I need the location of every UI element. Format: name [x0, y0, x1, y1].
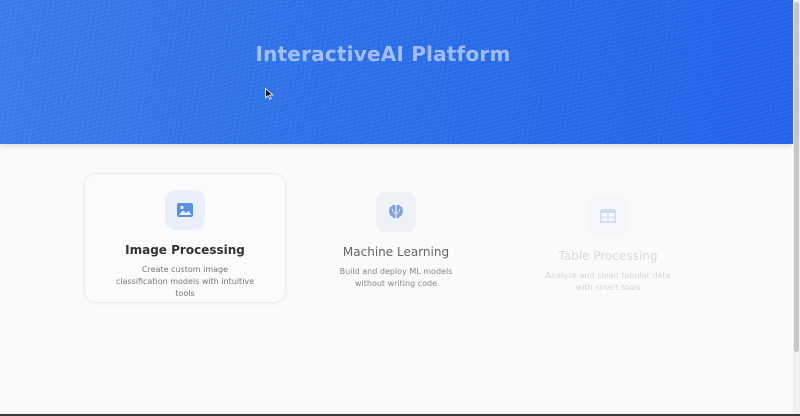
table-icon-container: [588, 196, 628, 236]
scrollbar-thumb[interactable]: [794, 2, 799, 352]
card-title: Table Processing: [558, 249, 658, 263]
image-processing-card[interactable]: Image Processing Create custom image cla…: [84, 173, 286, 303]
mouse-cursor-icon: [265, 88, 274, 100]
table-processing-card[interactable]: Table Processing Analyze and clean tabul…: [508, 180, 708, 308]
image-icon: [177, 203, 193, 217]
brain-icon: [388, 204, 404, 219]
table-icon: [600, 209, 616, 223]
machine-learning-card[interactable]: Machine Learning Build and deploy ML mod…: [296, 176, 496, 304]
vertical-scrollbar[interactable]: [793, 0, 800, 416]
brain-icon-container: [376, 192, 416, 232]
hero-texture: [0, 0, 793, 144]
page-title: InteractiveAI Platform: [255, 42, 511, 66]
card-description: Create custom image classification model…: [115, 265, 255, 298]
card-title: Machine Learning: [342, 245, 450, 259]
app-viewport: InteractiveAI Platform Image Processing …: [0, 0, 800, 416]
hero-banner: InteractiveAI Platform: [0, 0, 793, 144]
card-title: Image Processing: [125, 243, 245, 257]
card-description: Analyze and clean tabular data with smar…: [545, 271, 671, 292]
image-icon-container: [165, 190, 205, 230]
card-description: Build and deploy ML models without writi…: [339, 267, 453, 288]
